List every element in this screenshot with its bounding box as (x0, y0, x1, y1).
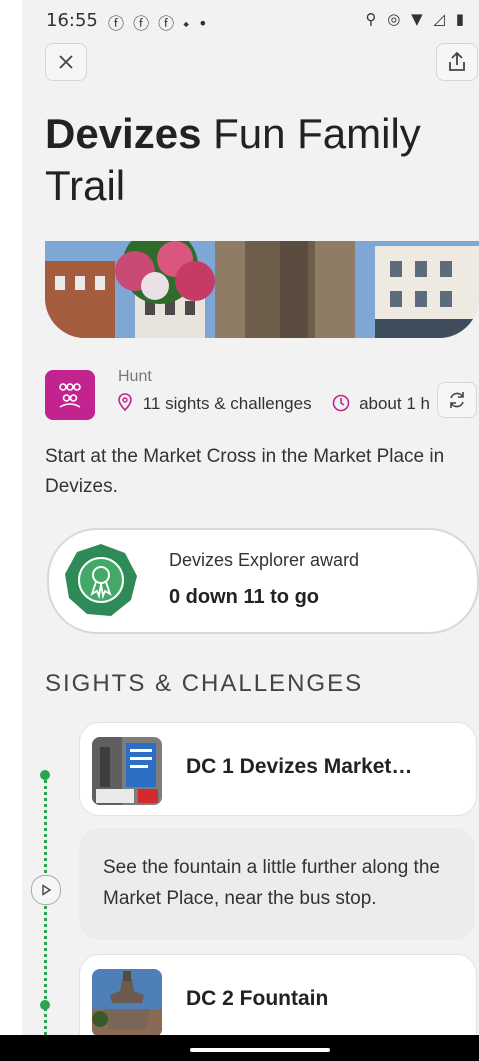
stop-card[interactable]: DC 2 Fountain (79, 954, 477, 1035)
hunt-meta: 11 sights & challenges about 1 h (118, 393, 448, 417)
timeline-line (44, 775, 47, 1035)
navigation-bar (0, 1035, 479, 1061)
section-heading: SIGHTS & CHALLENGES (45, 670, 364, 697)
play-icon (42, 884, 52, 896)
home-handle[interactable] (190, 1048, 330, 1052)
app-screen: 16:55 ⓕ ⓕ ⓕ ⬩ • ⚲ ◎ ▼ ◿ ▮ Devizes Fun Fa… (22, 0, 479, 1035)
page-title: Devizes Fun Family Trail (45, 108, 465, 212)
duration: about 1 h (359, 394, 430, 413)
share-button[interactable] (436, 43, 478, 81)
share-icon (449, 51, 465, 71)
refresh-icon (450, 392, 464, 408)
refresh-button[interactable] (437, 382, 477, 418)
start-instructions: Start at the Market Cross in the Market … (45, 446, 445, 497)
status-time: 16:55 (46, 10, 98, 31)
hint-text: See the fountain a little further along … (103, 857, 440, 909)
status-bar: 16:55 ⓕ ⓕ ⓕ ⬩ • ⚲ ◎ ▼ ◿ ▮ (22, 0, 479, 36)
group-icon (59, 383, 81, 408)
system-status-icons: ⚲ ◎ ▼ ◿ ▮ (365, 10, 467, 28)
award-progress: 0 down 11 to go (169, 586, 320, 608)
location-pin-icon (118, 393, 137, 413)
town-photo (45, 241, 479, 338)
award-ribbon-icon (65, 544, 137, 616)
hero-image (45, 241, 479, 338)
timeline-dot (40, 1000, 50, 1010)
stop-card[interactable]: DC 1 Devizes Market… (79, 722, 477, 816)
hint-card: See the fountain a little further along … (79, 828, 475, 940)
award-title: Devizes Explorer award (169, 550, 360, 570)
close-button[interactable] (45, 43, 87, 81)
stop-thumbnail (92, 737, 162, 805)
sights-count: 11 sights & challenges (142, 394, 312, 413)
close-icon (59, 55, 73, 69)
clock-icon (328, 394, 355, 413)
notification-icons: ⓕ ⓕ ⓕ ⬩ • (108, 14, 210, 33)
timeline-dot (40, 770, 50, 780)
stop-title: DC 2 Fountain (186, 987, 329, 1010)
award-card[interactable]: Devizes Explorer award 0 down 11 to go (47, 528, 479, 634)
hunt-type-label: Hunt (118, 368, 152, 385)
hunt-type-badge (45, 370, 95, 420)
title-bold: Devizes (45, 110, 202, 157)
stop-title: DC 1 Devizes Market… (186, 755, 413, 778)
play-button[interactable] (31, 875, 61, 905)
stop-thumbnail (92, 969, 162, 1035)
